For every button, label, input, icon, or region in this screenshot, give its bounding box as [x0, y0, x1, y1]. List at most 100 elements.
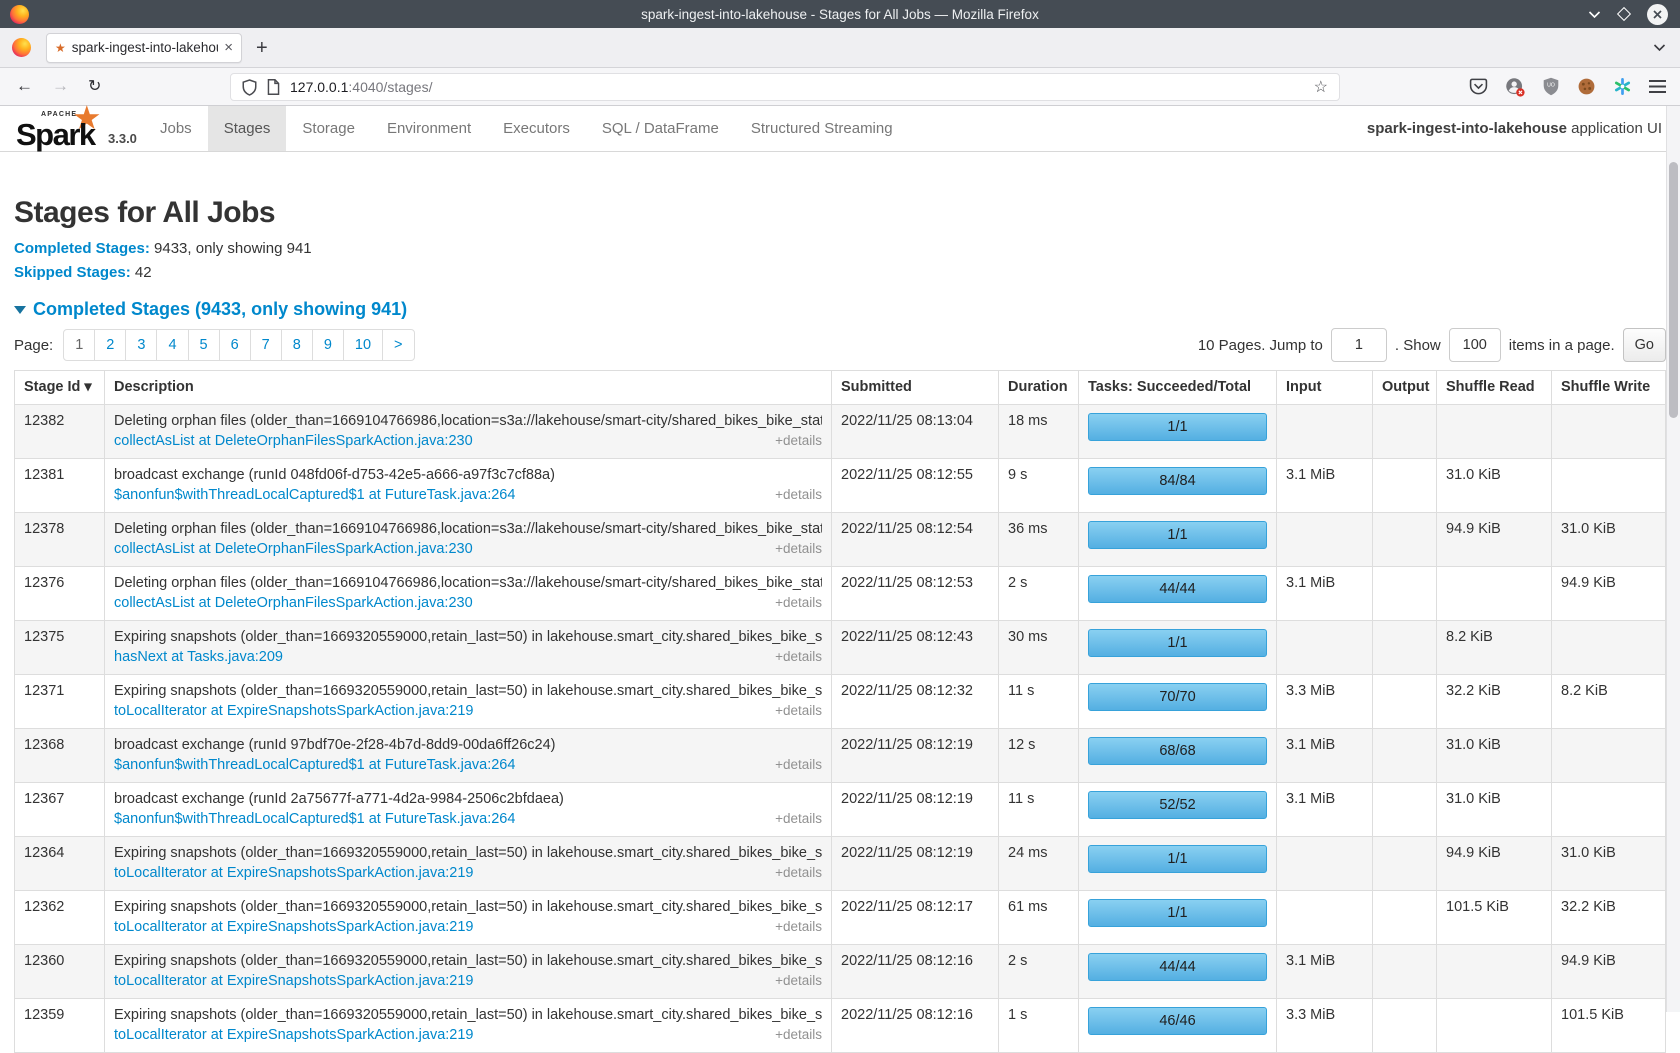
spark-logo[interactable]: APACHE ★ Spark 3.3.0	[14, 106, 144, 151]
details-toggle[interactable]: +details	[767, 971, 822, 990]
details-toggle[interactable]: +details	[767, 863, 822, 882]
extension-colorburst-icon[interactable]	[1613, 77, 1632, 96]
page-button-1[interactable]: 1	[63, 329, 95, 361]
stage-detail-link[interactable]: $anonfun$withThreadLocalCaptured$1 at Fu…	[114, 756, 515, 775]
details-toggle[interactable]: +details	[767, 809, 822, 828]
details-toggle[interactable]: +details	[767, 755, 822, 774]
browser-tab[interactable]: ★ spark-ingest-into-lakehous ×	[46, 33, 242, 63]
details-toggle[interactable]: +details	[767, 917, 822, 936]
stage-id-cell: 12367	[15, 783, 105, 837]
nav-item-sql-dataframe[interactable]: SQL / DataFrame	[586, 106, 735, 151]
list-all-tabs-button[interactable]	[1653, 39, 1666, 57]
ublock-shield-icon[interactable]: UO	[1542, 77, 1560, 96]
stage-detail-link[interactable]: collectAsList at DeleteOrphanFilesSparkA…	[114, 432, 473, 451]
back-button[interactable]: ←	[16, 76, 33, 96]
column-header-tasks-succeeded-total[interactable]: Tasks: Succeeded/Total	[1079, 371, 1277, 405]
shuffle-read-cell	[1437, 945, 1552, 999]
tasks-progress-label: 1/1	[1167, 527, 1187, 543]
nav-item-executors[interactable]: Executors	[487, 106, 586, 151]
collapse-arrow-icon	[14, 306, 26, 314]
url-bar[interactable]: 127.0.0.1:4040/stages/ ☆	[230, 73, 1340, 101]
cookie-icon[interactable]	[1577, 77, 1596, 96]
column-header-shuffle-read[interactable]: Shuffle Read	[1437, 371, 1552, 405]
new-tab-button[interactable]: +	[256, 38, 268, 58]
window-minimize-button[interactable]	[1588, 10, 1601, 19]
duration-cell: 11 s	[999, 783, 1079, 837]
scrollbar-track[interactable]	[1666, 106, 1680, 1012]
stage-detail-link[interactable]: $anonfun$withThreadLocalCaptured$1 at Fu…	[114, 810, 515, 829]
stage-detail-link[interactable]: toLocalIterator at ExpireSnapshotsSparkA…	[114, 972, 474, 991]
tasks-cell: 1/1	[1079, 513, 1277, 567]
tasks-progress-label: 1/1	[1167, 851, 1187, 867]
window-maximize-button[interactable]	[1619, 9, 1629, 19]
page-button-10[interactable]: 10	[343, 329, 383, 361]
column-header-shuffle-write[interactable]: Shuffle Write	[1552, 371, 1666, 405]
details-toggle[interactable]: +details	[767, 701, 822, 720]
page-title: Stages for All Jobs	[14, 196, 1666, 230]
stage-detail-link[interactable]: hasNext at Tasks.java:209	[114, 648, 283, 667]
details-toggle[interactable]: +details	[767, 431, 822, 450]
page-button-4[interactable]: 4	[156, 329, 188, 361]
page-button-5[interactable]: 5	[188, 329, 220, 361]
details-toggle[interactable]: +details	[767, 539, 822, 558]
stage-detail-link[interactable]: toLocalIterator at ExpireSnapshotsSparkA…	[114, 918, 474, 937]
page-button-7[interactable]: 7	[250, 329, 282, 361]
window-close-button[interactable]	[1647, 4, 1668, 25]
details-toggle[interactable]: +details	[767, 485, 822, 504]
tasks-cell: 52/52	[1079, 783, 1277, 837]
skipped-stages-link[interactable]: Skipped Stages:	[14, 264, 131, 281]
nav-item-storage[interactable]: Storage	[286, 106, 371, 151]
tasks-progress-label: 1/1	[1167, 905, 1187, 921]
column-header-input[interactable]: Input	[1277, 371, 1373, 405]
duration-cell: 1 s	[999, 999, 1079, 1053]
items-per-page-input[interactable]	[1449, 328, 1501, 362]
column-header-duration[interactable]: Duration	[999, 371, 1079, 405]
page-button-9[interactable]: 9	[312, 329, 344, 361]
bookmark-star-icon[interactable]: ☆	[1314, 77, 1328, 97]
stage-detail-link[interactable]: toLocalIterator at ExpireSnapshotsSparkA…	[114, 864, 474, 883]
page-button-3[interactable]: 3	[125, 329, 157, 361]
nav-item-jobs[interactable]: Jobs	[144, 106, 208, 151]
url-host: 127.0.0.1	[290, 79, 348, 95]
details-toggle[interactable]: +details	[767, 1025, 822, 1044]
description-cell: Deleting orphan files (older_than=166910…	[105, 405, 832, 459]
nav-item-structured-streaming[interactable]: Structured Streaming	[735, 106, 909, 151]
page-info-icon[interactable]	[267, 79, 280, 95]
reload-button[interactable]: ↻	[88, 76, 101, 96]
description-cell: Expiring snapshots (older_than=166932055…	[105, 837, 832, 891]
duration-cell: 30 ms	[999, 621, 1079, 675]
stage-detail-link[interactable]: toLocalIterator at ExpireSnapshotsSparkA…	[114, 1026, 474, 1045]
column-header-description[interactable]: Description	[105, 371, 832, 405]
completed-stages-link[interactable]: Completed Stages:	[14, 240, 150, 257]
hamburger-menu-icon[interactable]	[1649, 79, 1666, 94]
stage-detail-link[interactable]: $anonfun$withThreadLocalCaptured$1 at Fu…	[114, 486, 515, 505]
completed-stages-section-toggle[interactable]: Completed Stages (9433, only showing 941…	[14, 297, 1666, 322]
application-ui-label: spark-ingest-into-lakehouse application …	[1367, 106, 1662, 152]
stage-detail-link[interactable]: collectAsList at DeleteOrphanFilesSparkA…	[114, 594, 473, 613]
nav-item-environment[interactable]: Environment	[371, 106, 487, 151]
page-button-8[interactable]: 8	[281, 329, 313, 361]
column-header-submitted[interactable]: Submitted	[832, 371, 999, 405]
details-toggle[interactable]: +details	[767, 593, 822, 612]
tab-close-button[interactable]: ×	[224, 39, 233, 56]
page-button->[interactable]: >	[382, 329, 414, 361]
column-header-output[interactable]: Output	[1373, 371, 1437, 405]
nav-item-stages[interactable]: Stages	[208, 106, 287, 151]
jump-to-page-input[interactable]	[1331, 328, 1387, 362]
submitted-cell: 2022/11/25 08:12:16	[832, 945, 999, 999]
shuffle-write-cell: 101.5 KiB	[1552, 999, 1666, 1053]
stage-detail-link[interactable]: collectAsList at DeleteOrphanFilesSparkA…	[114, 540, 473, 559]
stage-detail-link[interactable]: toLocalIterator at ExpireSnapshotsSparkA…	[114, 702, 474, 721]
account-icon[interactable]	[1505, 77, 1525, 97]
details-toggle[interactable]: +details	[767, 647, 822, 666]
column-header-stage-id[interactable]: Stage Id ▾	[15, 371, 105, 405]
go-button[interactable]: Go	[1623, 328, 1666, 362]
table-row: 12360 Expiring snapshots (older_than=166…	[15, 945, 1666, 999]
duration-cell: 24 ms	[999, 837, 1079, 891]
shuffle-read-cell: 94.9 KiB	[1437, 513, 1552, 567]
page-button-6[interactable]: 6	[219, 329, 251, 361]
pocket-icon[interactable]	[1469, 77, 1488, 96]
forward-button[interactable]: →	[52, 76, 69, 96]
page-button-2[interactable]: 2	[94, 329, 126, 361]
scrollbar-thumb[interactable]	[1669, 162, 1678, 418]
